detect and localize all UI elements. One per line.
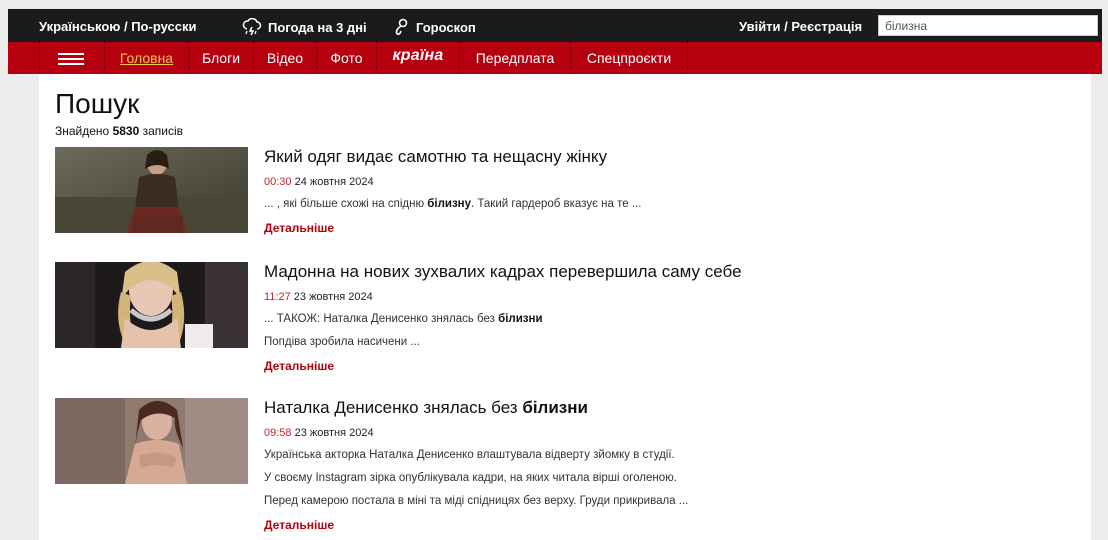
page-title: Пошук [55,88,140,119]
hamburger-menu-icon[interactable] [56,51,86,67]
result-snippet: Попдіва зробила насичени ... [264,336,420,348]
result-title-link[interactable]: Наталка Денисенко знялась без білизни [264,398,1064,418]
weather-link[interactable]: Погода на 3 дні [242,18,367,36]
result-snippet: У своєму Instagram зірка опублікувала ка… [264,472,677,484]
results-count: Знайдено 5830 записів [55,124,184,138]
result-snippet: ... ТАКОЖ: Наталка Денисенко знялась без… [264,313,543,325]
result-thumbnail[interactable] [55,262,248,348]
main-nav: Головна Блоги Відео Фото країна Передпла… [8,42,1102,74]
weather-label: Погода на 3 дні [268,19,367,35]
nav-item-home[interactable]: Головна [105,42,188,74]
zodiac-icon [392,18,410,36]
result-datetime: 00:30 24 жовтня 2024 [264,176,374,188]
nav-item-photo[interactable]: Фото [317,42,376,74]
read-more-link[interactable]: Детальніше [264,518,334,532]
result-snippet: Українська акторка Наталка Денисенко вла… [264,449,675,461]
nav-item-blogs[interactable]: Блоги [189,42,253,74]
horoscope-label: Гороскоп [416,19,476,35]
language-switch-link[interactable]: Українською / По-русски [39,19,196,34]
result-thumbnail[interactable] [55,147,248,233]
read-more-link[interactable]: Детальніше [264,359,334,373]
result-thumbnail[interactable] [55,398,248,484]
result-snippet: Перед камерою постала в міні та міді спі… [264,495,689,507]
nav-item-video[interactable]: Відео [254,42,316,74]
nav-item-subscription[interactable]: Передплата [460,42,570,74]
nav-item-special-projects[interactable]: Спецпроєкти [571,42,687,74]
result-title-link[interactable]: Який одяг видає самотню та нещасну жінку [264,147,1064,167]
result-datetime: 09:58 23 жовтня 2024 [264,427,374,439]
read-more-link[interactable]: Детальніше [264,221,334,235]
cloud-lightning-icon [242,18,262,36]
top-bar: Українською / По-русски Погода на 3 дні … [8,9,1102,42]
search-input[interactable] [878,15,1098,36]
result-datetime: 11:27 23 жовтня 2024 [264,291,373,303]
result-title-link[interactable]: Мадонна на нових зухвалих кадрах перевер… [264,262,1064,282]
login-register-link[interactable]: Увійти / Реєстрація [739,19,862,34]
result-snippet: ... , які більше схожі на спідню білизну… [264,198,642,210]
search-results-panel: Пошук Знайдено 5830 записів Який одяг ви… [39,74,1091,540]
horoscope-link[interactable]: Гороскоп [392,18,476,36]
nav-item-kraina-logo[interactable]: країна [377,42,459,74]
